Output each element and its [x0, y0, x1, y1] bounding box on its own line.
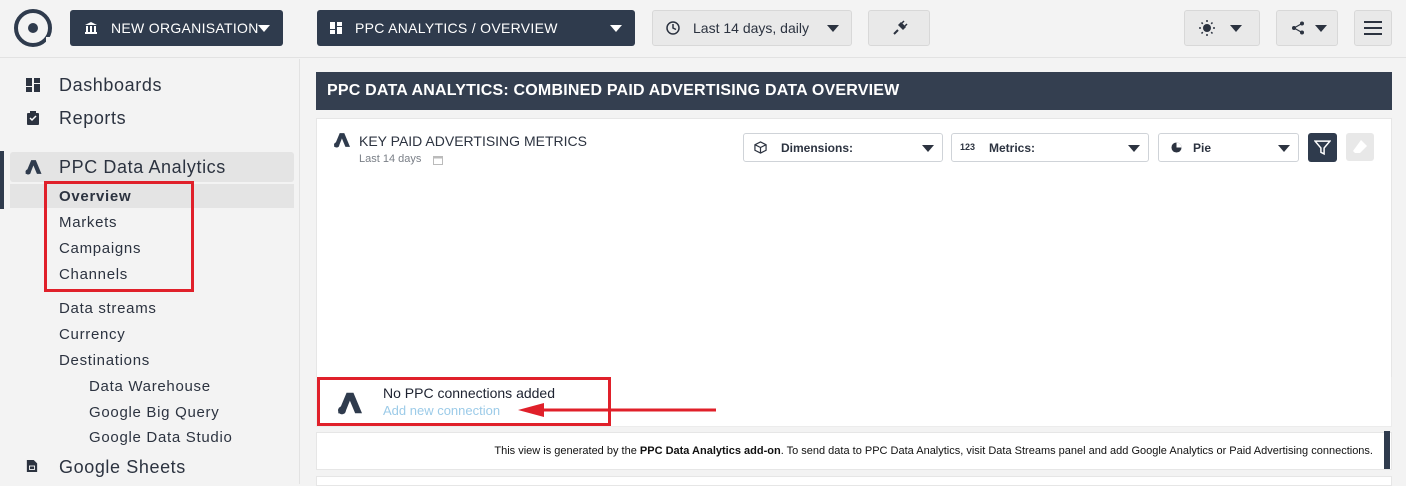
organisation-selector[interactable]: NEW ORGANISATION — [70, 10, 283, 46]
filter-button[interactable] — [1308, 133, 1337, 162]
sheets-icon — [26, 460, 38, 472]
sidebar: Dashboards Reports PPC Data Analytics Ov… — [0, 59, 300, 484]
pie-chart-icon — [1171, 142, 1182, 153]
brightness-icon — [1199, 20, 1215, 36]
chevron-down-icon — [1315, 25, 1327, 32]
highlight-box-subnav — [44, 181, 194, 292]
page-title: PPC DATA ANALYTICS: COMBINED PAID ADVERT… — [316, 72, 1392, 110]
clear-filter-button[interactable] — [1346, 133, 1374, 161]
chevron-down-icon — [1128, 145, 1140, 152]
clipboard-icon — [27, 111, 39, 125]
eraser-icon — [1353, 140, 1367, 153]
sidebar-active-bar — [0, 151, 4, 209]
date-range-label: Last 14 days, daily — [693, 20, 809, 36]
bank-icon — [85, 22, 97, 34]
dashboards-icon — [26, 78, 40, 92]
chevron-down-icon — [610, 25, 622, 32]
sidebar-item-destinations[interactable]: Destinations — [59, 352, 150, 369]
chevron-down-icon — [258, 25, 270, 32]
filter-icon — [1314, 140, 1331, 156]
cube-icon — [754, 141, 767, 154]
google-ads-icon — [334, 133, 350, 148]
metrics-label: Metrics: — [989, 141, 1036, 155]
chevron-down-icon — [827, 25, 839, 32]
sidebar-item-data-streams[interactable]: Data streams — [59, 300, 157, 317]
widget-subtitle: Last 14 days — [359, 153, 422, 165]
sidebar-item-google-big-query[interactable]: Google Big Query — [89, 404, 219, 421]
info-prefix: This view is generated by the — [494, 445, 640, 457]
info-text: This view is generated by the PPC Data A… — [494, 445, 1373, 457]
share-button[interactable] — [1276, 10, 1338, 46]
date-range-selector[interactable]: Last 14 days, daily — [652, 10, 852, 46]
info-banner-accent — [1384, 431, 1390, 469]
dashboard-grid-icon — [330, 22, 342, 34]
next-panel-edge — [316, 476, 1392, 486]
organisation-label: NEW ORGANISATION — [111, 20, 259, 36]
view-selector[interactable]: PPC ANALYTICS / OVERVIEW — [317, 10, 635, 46]
sidebar-item-currency[interactable]: Currency — [59, 326, 125, 343]
theme-button[interactable] — [1184, 10, 1260, 46]
widget-title: KEY PAID ADVERTISING METRICS — [359, 133, 587, 149]
chevron-down-icon — [1230, 25, 1242, 32]
info-suffix: . To send data to PPC Data Analytics, vi… — [780, 445, 1373, 457]
share-icon — [1292, 21, 1304, 35]
calendar-icon — [433, 156, 443, 165]
sidebar-item-google-data-studio[interactable]: Google Data Studio — [89, 429, 233, 446]
google-ads-icon — [25, 160, 42, 175]
menu-button[interactable] — [1354, 10, 1392, 46]
plug-icon — [893, 20, 908, 35]
pointer-arrow — [518, 403, 716, 417]
view-label: PPC ANALYTICS / OVERVIEW — [355, 20, 558, 36]
sidebar-item-data-warehouse[interactable]: Data Warehouse — [89, 378, 211, 395]
info-addon-name: PPC Data Analytics add-on — [639, 445, 781, 457]
dimensions-select[interactable]: Dimensions: — [743, 133, 943, 162]
chart-type-label: Pie — [1193, 141, 1212, 155]
numbers-icon: 123 — [960, 142, 976, 152]
hamburger-menu-icon — [1364, 21, 1382, 35]
top-bar: NEW ORGANISATION PPC ANALYTICS / OVERVIE… — [0, 0, 1406, 58]
scrollbar-track[interactable] — [1398, 58, 1406, 484]
clock-icon — [666, 21, 680, 35]
metrics-select[interactable]: 123 Metrics: — [951, 133, 1149, 162]
sidebar-item-dashboards[interactable]: Dashboards — [59, 75, 162, 96]
dimensions-label: Dimensions: — [781, 141, 854, 155]
info-banner: This view is generated by the PPC Data A… — [316, 432, 1392, 470]
sidebar-item-reports[interactable]: Reports — [59, 108, 126, 129]
connections-button[interactable] — [868, 10, 930, 46]
chart-type-select[interactable]: Pie — [1158, 133, 1299, 162]
sidebar-item-google-sheets[interactable]: Google Sheets — [59, 457, 186, 478]
chevron-down-icon — [922, 145, 934, 152]
sidebar-item-ppc-data-analytics[interactable]: PPC Data Analytics — [59, 157, 226, 178]
app-logo-icon[interactable] — [12, 7, 54, 49]
chevron-down-icon — [1278, 145, 1290, 152]
